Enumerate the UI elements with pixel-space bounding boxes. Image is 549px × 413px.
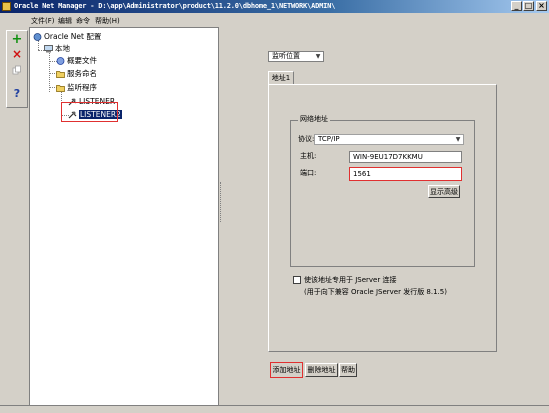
protocol-label: 协议:	[298, 135, 315, 143]
splitter-grip	[220, 182, 223, 222]
tab-address1[interactable]: 地址1	[268, 71, 294, 85]
folder-icon	[56, 70, 65, 78]
delete-icon[interactable]: ×	[9, 47, 25, 61]
show-advanced-button[interactable]: 显示高级	[428, 185, 460, 198]
vertical-toolbar: + × ?	[6, 30, 28, 108]
tree-label-oracle-net-config: Oracle Net 配置	[44, 32, 102, 41]
jserver-checkbox[interactable]	[293, 276, 301, 284]
menu-help[interactable]: 帮助(H)	[95, 16, 120, 26]
protocol-select[interactable]: TCP/IP ▼	[314, 134, 464, 145]
tree-label-local: 本地	[55, 44, 70, 53]
jserver-note: (用于向下兼容 Oracle JServer 发行版 8.1.5)	[304, 288, 447, 296]
add-icon[interactable]: +	[9, 33, 25, 47]
jserver-checkbox-label: 使该地址专用于 JServer 连接	[304, 276, 397, 284]
tree-label-profile: 概要文件	[67, 56, 97, 65]
network-address-title: 网络地址	[298, 115, 330, 124]
computer-icon	[44, 45, 53, 53]
chevron-down-icon: ▼	[315, 53, 321, 60]
profile-icon	[56, 57, 65, 65]
menu-edit[interactable]: 编辑	[58, 16, 72, 26]
app-icon	[2, 2, 11, 11]
menu-file[interactable]: 文件(F)	[31, 16, 55, 26]
navigator-tree[interactable]: Oracle Net 配置 本地 概要文件 服务命名 监听程序 LISTENER…	[29, 27, 219, 407]
view-select-value: 监听位置	[272, 52, 300, 60]
menu-command[interactable]: 命令	[76, 16, 90, 26]
port-label: 端口:	[300, 169, 317, 177]
network-config-icon	[33, 33, 42, 41]
host-label: 主机:	[300, 152, 317, 160]
port-input[interactable]: 1561	[349, 167, 462, 181]
help-button[interactable]: 帮助	[339, 363, 357, 377]
highlight-box	[61, 102, 118, 122]
title-bar: Oracle Net Manager - D:\app\Administrato…	[0, 0, 549, 13]
chevron-down-icon: ▼	[455, 136, 461, 143]
oracle-net-manager-window: Oracle Net Manager - D:\app\Administrato…	[0, 0, 549, 413]
tree-node-local[interactable]: 本地	[44, 43, 70, 54]
host-input[interactable]: WIN-9EU17D7KKMU	[349, 151, 462, 163]
tree-label-service-naming: 服务命名	[67, 69, 97, 78]
window-title: Oracle Net Manager - D:\app\Administrato…	[14, 2, 336, 10]
tree-node-service-naming[interactable]: 服务命名	[56, 68, 97, 79]
minimize-button[interactable]: _	[511, 1, 522, 11]
view-select[interactable]: 监听位置 ▼	[268, 51, 324, 62]
tree-node-oracle-net-config[interactable]: Oracle Net 配置	[33, 31, 101, 42]
protocol-value: TCP/IP	[318, 135, 340, 143]
close-button[interactable]: ×	[536, 1, 547, 11]
folder-open-icon	[56, 84, 65, 92]
maximize-button[interactable]: □	[523, 1, 534, 11]
help-icon[interactable]: ?	[9, 87, 25, 101]
tree-node-profile[interactable]: 概要文件	[56, 55, 97, 66]
copy-icon[interactable]	[9, 65, 25, 79]
menu-bar: 文件(F) 编辑 命令 帮助(H)	[0, 13, 549, 26]
tree-node-listeners[interactable]: 监听程序	[56, 82, 97, 93]
tree-label-listeners: 监听程序	[67, 83, 97, 92]
remove-address-button[interactable]: 删除地址	[305, 363, 338, 377]
add-address-button[interactable]: 添加地址	[270, 362, 303, 378]
